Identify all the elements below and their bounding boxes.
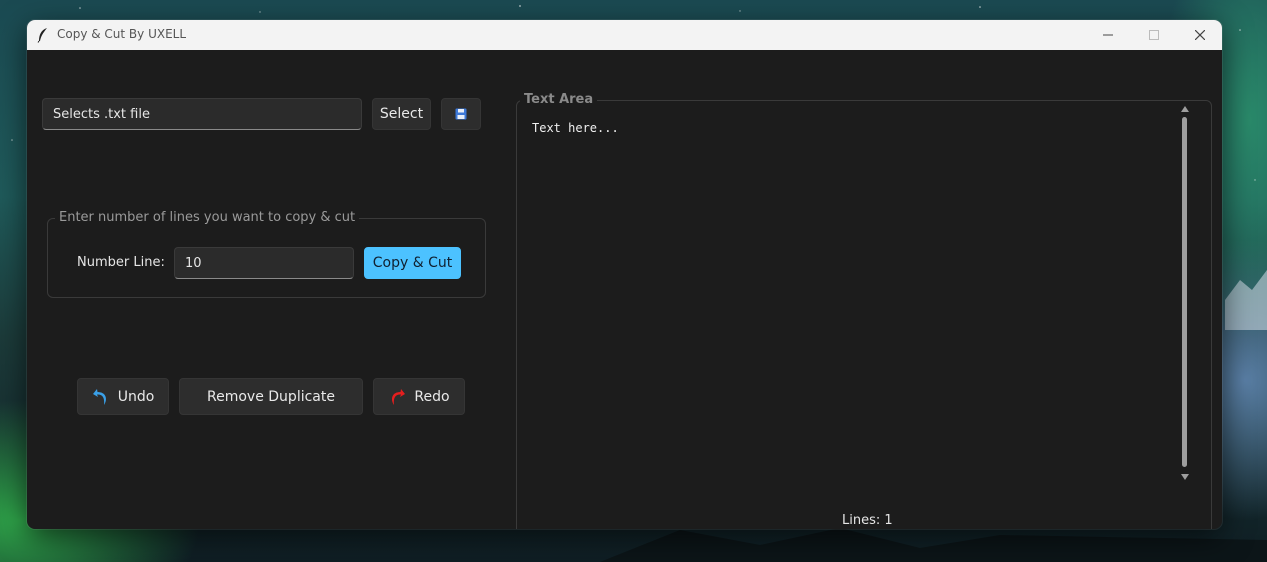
text-area-legend: Text Area (520, 92, 598, 107)
undo-button[interactable]: Undo (77, 378, 169, 415)
lines-group-legend: Enter number of lines you want to copy &… (55, 210, 360, 225)
maximize-button[interactable] (1131, 20, 1177, 50)
scroll-down-icon[interactable] (1180, 473, 1190, 481)
number-line-input[interactable]: 10 (174, 247, 354, 279)
number-line-value: 10 (185, 255, 202, 271)
file-path-input[interactable]: Selects .txt file (42, 98, 362, 130)
text-area[interactable] (524, 114, 1176, 504)
scroll-up-icon[interactable] (1180, 105, 1190, 113)
select-button-label: Select (379, 106, 424, 122)
scrollbar-thumb[interactable] (1182, 117, 1187, 467)
undo-label: Undo (117, 388, 155, 405)
minimize-button[interactable] (1085, 20, 1131, 50)
redo-icon (392, 388, 406, 405)
save-icon (455, 108, 467, 120)
text-area-content: Text here... (532, 121, 619, 135)
redo-label: Redo (414, 388, 450, 405)
copy-cut-button[interactable]: Copy & Cut (364, 247, 461, 279)
maximize-icon (1149, 30, 1159, 40)
remove-duplicate-button[interactable]: Remove Duplicate (179, 378, 363, 415)
close-button[interactable] (1177, 20, 1222, 50)
minimize-icon (1103, 34, 1113, 36)
feather-icon (37, 28, 47, 43)
close-icon (1195, 30, 1205, 40)
select-file-button[interactable]: Select (372, 98, 431, 130)
app-window: Copy & Cut By UXELL Selects .txt file Se… (27, 20, 1222, 529)
lines-count-status: Lines: 1 (842, 513, 893, 528)
remove-duplicate-label: Remove Duplicate (207, 388, 335, 405)
window-title: Copy & Cut By UXELL (57, 27, 187, 41)
window-content: Selects .txt file Select Enter number of… (27, 50, 1222, 529)
number-line-label: Number Line: (77, 255, 165, 270)
undo-icon (92, 388, 106, 405)
save-button[interactable] (441, 98, 481, 130)
redo-button[interactable]: Redo (373, 378, 465, 415)
file-path-placeholder: Selects .txt file (53, 106, 150, 122)
copy-cut-label: Copy & Cut (372, 255, 453, 271)
title-bar[interactable]: Copy & Cut By UXELL (27, 20, 1222, 50)
